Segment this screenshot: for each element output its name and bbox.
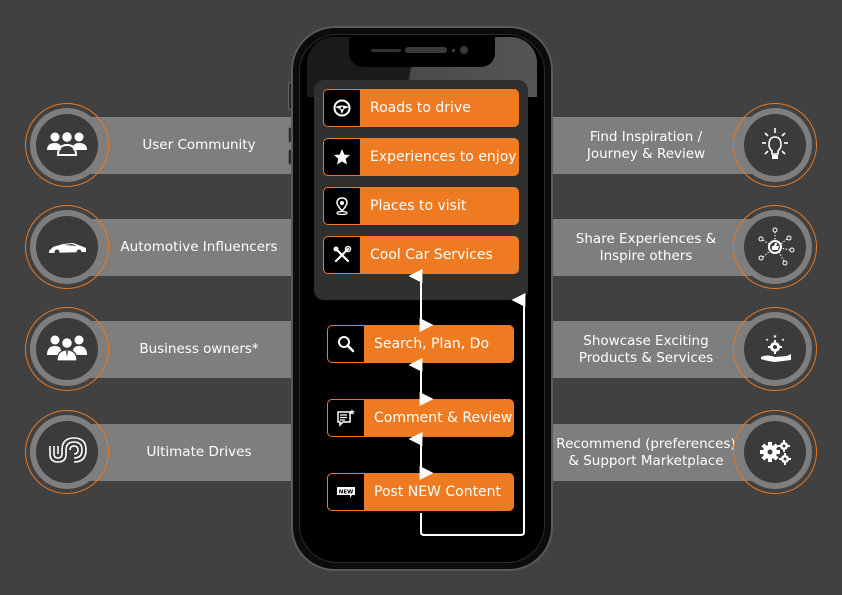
phone-camera [460,46,468,54]
benefit-line1: Share Experiences & [575,230,717,247]
audience-label: Automotive Influencers [120,239,278,255]
audience-badge [25,103,109,187]
benefit-line2: Journey & Review [586,145,706,162]
flow-item-post-new-content[interactable]: NEW Post NEW Content [327,473,514,511]
steering-wheel-icon [333,99,351,117]
user-community-icon [47,130,87,156]
menu-item-label: Experiences to enjoy [370,149,517,165]
business-owners-icon [47,335,87,362]
svg-text:★: ★ [773,334,778,340]
audience-label: Ultimate Drives [146,444,252,460]
benefit-line2: Inspire others [599,247,693,264]
audience-badge [25,307,109,391]
hand-gear-icon: ★ ★ ★ [761,334,791,362]
benefit-line2: & Support Marketplace [568,452,724,469]
phone-earpiece [405,47,447,53]
audience-band-user-community: User Community [80,117,298,174]
social-share-icon [758,227,795,266]
benefit-line2: Products & Services [578,349,714,366]
benefit-badge: ★ ★ ★ [733,307,817,391]
gears-icon [760,440,791,465]
flow-item-label: Post NEW Content [374,484,502,500]
flow-item-comment-review[interactable]: Comment & Review [327,399,514,437]
audience-badge [25,410,109,494]
map-pin-icon [336,197,348,216]
benefit-line1: Recommend (preferences) [556,435,736,452]
benefit-badge [733,205,817,289]
benefit-line1: Find Inspiration / [589,128,703,145]
search-icon [338,336,355,353]
svg-text:★: ★ [765,337,769,342]
menu-item-cool-car-services[interactable]: Cool Car Services [323,236,519,274]
flow-item-label: Comment & Review [374,410,513,426]
lightbulb-icon [762,128,788,159]
audience-band-business-owners: Business owners* [80,321,298,378]
flow-item-label: Search, Plan, Do [374,336,490,352]
sports-car-icon [49,243,86,255]
benefit-badge [733,103,817,187]
comment-star-icon [337,409,355,427]
new-badge-icon: NEW [337,487,355,498]
menu-item-places-to-visit[interactable]: Places to visit [323,187,519,225]
benefit-line1: Showcase Exciting [583,332,709,349]
audience-band-ultimate-drives: Ultimate Drives [80,424,298,481]
audience-label: Business owners* [139,341,259,357]
audience-band-automotive-influencers: Automotive Influencers [80,219,298,276]
benefit-badge [733,410,817,494]
tools-icon [333,245,352,263]
svg-text:★: ★ [781,337,785,342]
ultimate-drives-logo-icon [49,437,87,463]
menu-item-roads-to-drive[interactable]: Roads to drive [323,89,519,127]
phone-speaker [371,49,401,52]
phone-sensor [452,49,455,52]
flow-item-search-plan-do[interactable]: Search, Plan, Do [327,325,514,363]
menu-item-label: Roads to drive [370,100,471,116]
menu-item-experiences-to-enjoy[interactable]: Experiences to enjoy [323,138,519,176]
menu-item-label: Places to visit [370,198,467,214]
audience-badge [25,205,109,289]
svg-text:NEW: NEW [339,490,353,496]
audience-label: User Community [142,137,256,153]
menu-item-label: Cool Car Services [370,247,493,263]
star-icon [334,149,350,165]
